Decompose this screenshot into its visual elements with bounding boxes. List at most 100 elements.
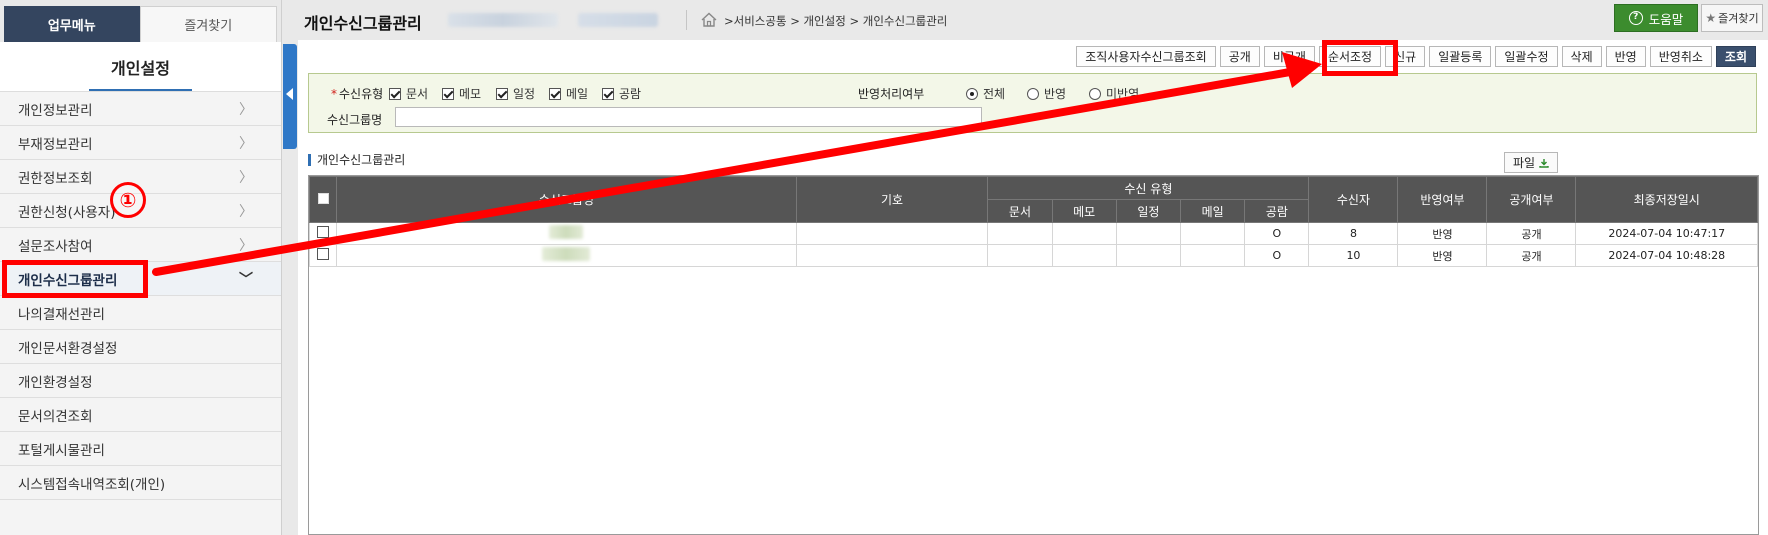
download-icon xyxy=(1539,158,1549,168)
search-button[interactable]: 조회 xyxy=(1715,46,1756,67)
memo-cell xyxy=(1051,222,1117,245)
column-header-public: 공개여부 xyxy=(1486,176,1577,223)
search-conditions-panel: * 수신유형 문서 메모 일정 메일 공람 반영처리여부 전체 반영 미반영 수신… xyxy=(308,73,1757,133)
bulk-register-button[interactable]: 일괄등록 xyxy=(1429,46,1492,67)
group-name-cell xyxy=(336,244,797,267)
reflect-radio-all[interactable]: 전체 xyxy=(966,85,1005,102)
recipient-group-grid: 수신그룹명 기호 수신 유형 수신자 반영여부 공개여부 최종저장일시 문서 메… xyxy=(308,175,1759,535)
sidebar-collapse-handle[interactable] xyxy=(283,44,297,149)
group-name-label: 수신그룹명 xyxy=(327,113,383,127)
cancel-apply-button[interactable]: 반영취소 xyxy=(1649,46,1712,67)
chevron-right-icon: 〉 xyxy=(239,203,253,220)
add-favorite-button[interactable]: ★ 즐겨찾기 xyxy=(1701,4,1763,32)
radio-icon xyxy=(1089,88,1101,100)
column-header-recipient-type: 수신 유형 xyxy=(987,176,1310,200)
sidebar-item-approval-line[interactable]: 나의결재선관리 xyxy=(0,296,281,330)
group-name-cell xyxy=(336,222,797,245)
public-button[interactable]: 공개 xyxy=(1219,46,1260,67)
sidebar-item-access-log[interactable]: 시스템접속내역조회(개인) xyxy=(0,466,281,500)
tab-work-menu[interactable]: 업무메뉴 xyxy=(4,6,140,42)
delete-button[interactable]: 삭제 xyxy=(1561,46,1602,67)
table-row[interactable]: O 10 반영 공개 2024-07-04 10:48:28 xyxy=(308,244,1758,267)
sidebar-item-personal-info[interactable]: 개인정보관리 〉 xyxy=(0,92,281,126)
org-user-group-search-button[interactable]: 조직사용자수신그룹조회 xyxy=(1076,46,1216,67)
reflect-cell: 반영 xyxy=(1397,222,1488,245)
checkbox-icon xyxy=(442,88,454,100)
file-export-button[interactable]: 파일 xyxy=(1504,152,1558,173)
required-mark: * xyxy=(331,87,337,101)
row-checkbox[interactable] xyxy=(317,248,330,260)
recipients-cell: 10 xyxy=(1308,244,1399,267)
blurred-group-name xyxy=(542,247,591,261)
column-header-code: 기호 xyxy=(795,176,989,223)
sidebar-item-label: 설문조사참여 xyxy=(18,238,93,255)
table-row[interactable]: O 8 반영 공개 2024-07-04 10:47:17 xyxy=(308,222,1758,245)
sidebar-item-doc-env[interactable]: 개인문서환경설정 xyxy=(0,330,281,364)
select-all-checkbox[interactable] xyxy=(317,192,329,204)
chevron-right-icon: 〉 xyxy=(239,135,253,152)
sidebar-item-label: 권한신청(사용자) xyxy=(18,204,116,221)
sidebar-tabs: 업무메뉴 즐겨찾기 xyxy=(0,0,281,42)
row-checkbox-cell[interactable] xyxy=(308,222,338,245)
column-header-document: 문서 xyxy=(987,199,1053,223)
row-checkbox-cell[interactable] xyxy=(308,244,338,267)
tab-favorites[interactable]: 즐겨찾기 xyxy=(139,6,277,42)
schedule-cell xyxy=(1115,244,1182,267)
sidebar-item-label: 시스템접속내역조회(개인) xyxy=(18,476,166,493)
sidebar-item-doc-opinion[interactable]: 문서의견조회 xyxy=(0,398,281,432)
favorite-label: 즐겨찾기 xyxy=(1718,12,1759,25)
recipients-cell: 8 xyxy=(1308,222,1399,245)
type-checkbox-circular[interactable]: 공람 xyxy=(602,85,641,102)
type-checkbox-mail[interactable]: 메일 xyxy=(549,85,588,102)
private-button[interactable]: 비공개 xyxy=(1263,46,1315,67)
breadcrumb: >서비스공통 > 개인설정 > 개인수신그룹관리 xyxy=(724,14,948,28)
circular-cell: O xyxy=(1244,222,1310,245)
document-cell xyxy=(987,222,1053,245)
file-label: 파일 xyxy=(1512,156,1536,170)
row-checkbox[interactable] xyxy=(317,226,330,238)
help-button[interactable]: ? 도움말 xyxy=(1614,4,1698,32)
checkbox-icon xyxy=(549,88,561,100)
code-cell xyxy=(795,244,989,267)
sidebar-item-label: 개인정보관리 xyxy=(18,102,93,119)
group-name-input[interactable] xyxy=(395,107,982,127)
sidebar-item-personal-env[interactable]: 개인환경설정 xyxy=(0,364,281,398)
column-header-reflect: 반영여부 xyxy=(1397,176,1488,223)
column-header-mail: 메일 xyxy=(1179,199,1246,223)
action-toolbar: 조직사용자수신그룹조회 공개 비공개 순서조정 신규 일괄등록 일괄수정 삭제 … xyxy=(1076,46,1756,67)
sidebar-item-label: 개인환경설정 xyxy=(18,374,93,391)
sidebar-item-label: 문서의견조회 xyxy=(18,408,93,425)
main-content: 조직사용자수신그룹조회 공개 비공개 순서조정 신규 일괄등록 일괄수정 삭제 … xyxy=(298,40,1768,535)
recipient-group-table: 수신그룹명 기호 수신 유형 수신자 반영여부 공개여부 최종저장일시 문서 메… xyxy=(308,176,1758,267)
reflect-cell: 반영 xyxy=(1397,244,1488,267)
help-label: 도움말 xyxy=(1648,11,1684,27)
chevron-right-icon: 〉 xyxy=(239,169,253,186)
select-all-header[interactable] xyxy=(308,176,338,223)
highlight-box-sidebar-item xyxy=(2,260,148,298)
type-checkbox-memo[interactable]: 메모 xyxy=(442,85,481,102)
home-icon[interactable] xyxy=(700,11,718,29)
star-icon: ★ xyxy=(1705,11,1717,25)
sidebar-item-portal-posts[interactable]: 포털게시물관리 xyxy=(0,432,281,466)
column-header-schedule: 일정 xyxy=(1115,199,1182,223)
chevron-right-icon: 〉 xyxy=(239,237,253,254)
reflect-radio-not-applied[interactable]: 미반영 xyxy=(1089,85,1139,102)
mail-cell xyxy=(1179,244,1246,267)
circular-cell: O xyxy=(1244,244,1310,267)
sidebar-item-survey[interactable]: 설문조사참여 〉 xyxy=(0,228,281,262)
sidebar-item-label: 포털게시물관리 xyxy=(18,442,105,459)
bulk-edit-button[interactable]: 일괄수정 xyxy=(1495,46,1558,67)
mail-cell xyxy=(1179,222,1246,245)
apply-button[interactable]: 반영 xyxy=(1605,46,1646,67)
sidebar-title: 개인설정 xyxy=(89,55,192,91)
sidebar-item-absence-info[interactable]: 부재정보관리 〉 xyxy=(0,126,281,160)
type-checkbox-schedule[interactable]: 일정 xyxy=(496,85,535,102)
blurred-group-name xyxy=(549,225,584,239)
sidebar-item-label: 개인문서환경설정 xyxy=(18,340,118,357)
radio-icon xyxy=(966,88,978,100)
reflect-radio-applied[interactable]: 반영 xyxy=(1027,85,1066,102)
type-checkbox-document[interactable]: 문서 xyxy=(389,85,428,102)
help-icon: ? xyxy=(1628,11,1643,25)
section-title: 개인수신그룹관리 xyxy=(308,154,405,166)
column-header-memo: 메모 xyxy=(1051,199,1117,223)
